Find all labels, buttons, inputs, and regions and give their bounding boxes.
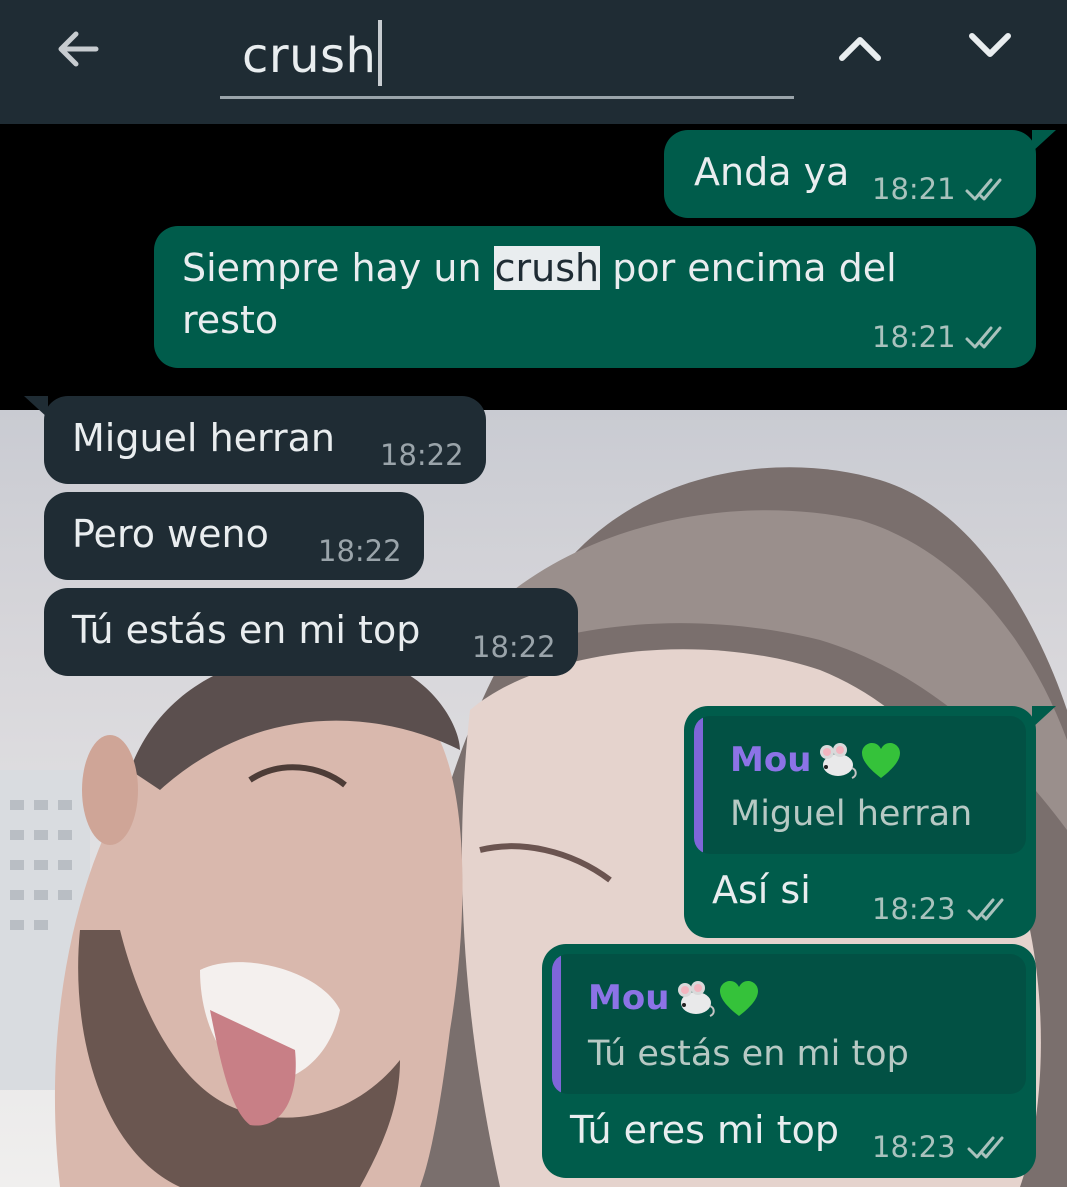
bubble-tail: [24, 396, 48, 418]
bubble-tail: [1032, 130, 1056, 152]
mouse-emoji-icon: [820, 743, 857, 779]
double-check-icon: [965, 326, 1002, 349]
search-input[interactable]: crush: [220, 10, 794, 99]
message-time: 18:21: [872, 172, 956, 206]
quoted-message[interactable]: Mou Miguel herran: [694, 716, 1026, 854]
quote-text: Tú estás en mi top: [588, 1034, 909, 1074]
message-text: Anda ya: [694, 150, 850, 194]
message-text-part: Siempre hay un: [182, 246, 494, 290]
chevron-up-icon[interactable]: [836, 24, 884, 72]
search-match-highlight: crush: [493, 246, 601, 290]
double-check-icon: [967, 898, 1004, 921]
message-time: 18:22: [472, 630, 556, 664]
message-time: 18:22: [380, 438, 464, 472]
message-time: 18:21: [872, 320, 956, 354]
message-text: Tú eres mi top: [570, 1108, 839, 1152]
message-text: Así si: [712, 868, 811, 912]
message-text: Tú estás en mi top: [72, 608, 421, 652]
quote-text: Miguel herran: [730, 794, 973, 834]
green-heart-icon: [720, 981, 758, 1016]
quote-author: Mou: [730, 740, 812, 780]
message-bubble-outgoing-reply[interactable]: Mou Tú estás en mi top Tú eres mi top 18…: [542, 944, 1036, 1178]
double-check-icon: [965, 178, 1002, 201]
double-check-icon: [967, 1136, 1004, 1159]
text-cursor: [378, 20, 383, 86]
bubble-tail: [1032, 706, 1056, 728]
message-text-line2: resto: [182, 298, 279, 342]
search-toolbar: crush: [0, 0, 1067, 124]
message-text: Pero weno: [72, 512, 269, 556]
quote-accent-bar: [552, 954, 561, 1094]
green-heart-icon: [862, 743, 900, 778]
quote-accent-bar: [694, 716, 703, 854]
chevron-down-icon[interactable]: [966, 22, 1014, 70]
search-query-text: crush: [242, 28, 377, 84]
message-time: 18:23: [872, 1130, 956, 1164]
search-query[interactable]: crush: [242, 20, 383, 86]
message-bubble-outgoing[interactable]: Anda ya 18:21: [664, 130, 1056, 218]
mouse-emoji-icon: [678, 981, 715, 1017]
message-text-part: por encima del: [600, 246, 897, 290]
message-text: Miguel herran: [72, 416, 335, 460]
message-time: 18:22: [318, 534, 402, 568]
quote-author: Mou: [588, 978, 670, 1018]
message-bubble-incoming[interactable]: Tú estás en mi top 18:22: [44, 588, 578, 676]
message-bubble-incoming[interactable]: Miguel herran 18:22: [24, 396, 486, 484]
arrow-back-icon[interactable]: [50, 22, 104, 76]
message-bubble-outgoing[interactable]: Siempre hay un crush por encima del rest…: [154, 226, 1036, 368]
quoted-message[interactable]: Mou Tú estás en mi top: [552, 954, 1026, 1094]
message-bubble-incoming[interactable]: Pero weno 18:22: [44, 492, 424, 580]
message-bubble-outgoing-reply[interactable]: Mou Miguel herran Así si 18:23: [684, 706, 1056, 938]
message-time: 18:23: [872, 892, 956, 926]
message-text: Siempre hay un crush por encima del: [182, 244, 897, 292]
